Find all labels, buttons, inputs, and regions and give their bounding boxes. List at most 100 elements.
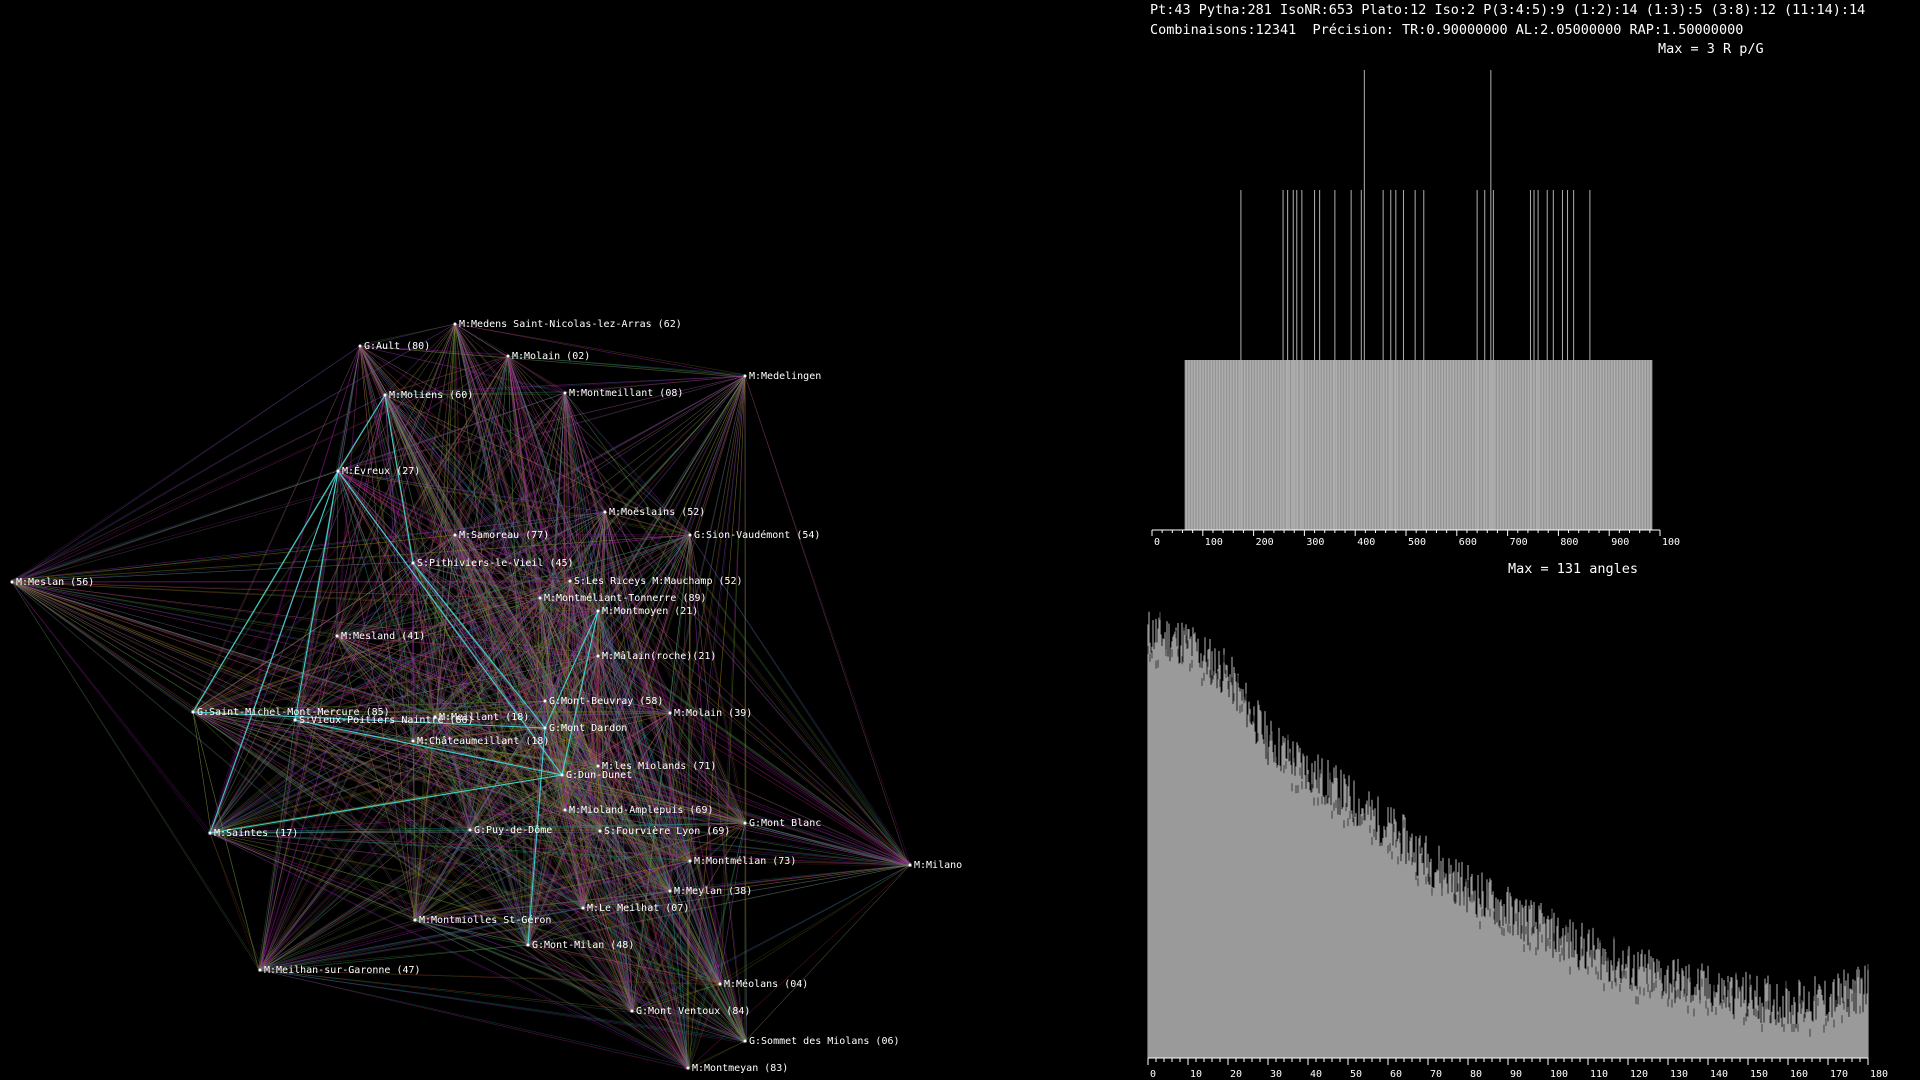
node-point [743, 821, 747, 825]
node-point [581, 906, 585, 910]
edge [209, 832, 263, 970]
node-point [10, 580, 14, 584]
edge [192, 345, 361, 714]
x-tick-label: 10 [1190, 1069, 1202, 1080]
node-point [630, 1009, 634, 1013]
edge [259, 969, 634, 1013]
node-point [563, 391, 567, 395]
edge [211, 740, 414, 835]
node-label: M:Montmeyan (83) [692, 1063, 788, 1074]
edge-layer [10, 323, 913, 1071]
edge [670, 534, 691, 714]
edge [209, 832, 259, 972]
node-label: G:Sion-Vaudémont (54) [694, 529, 820, 541]
node-label: S:Fourvière Lyon (69) [604, 825, 730, 837]
edge [260, 355, 509, 970]
node-label: M:Mioland-Amplepuis (69) [569, 805, 714, 816]
node-label: M:Meslan (56) [16, 577, 94, 588]
x-tick-label: 120 [1630, 1069, 1648, 1080]
node-point [543, 699, 547, 703]
node-point [468, 828, 472, 832]
node-point [560, 773, 564, 777]
node-label: G:Dun-Dunet [566, 770, 632, 781]
node-label: G:Sommet des Miolans (06) [749, 1036, 900, 1047]
stats-line: Pt:43 Pytha:281 IsoNR:653 Plato:12 Iso:2… [1150, 2, 1866, 18]
node-label: S:Les Riceys M:Mauchamp (52) [574, 576, 743, 587]
x-tick-label: 50 [1350, 1069, 1362, 1080]
node-point [743, 1039, 747, 1043]
x-tick-label: 80 [1470, 1069, 1482, 1080]
node-label: S:Pithiviers-le-Vieil (45) [417, 558, 574, 569]
node-label: M:Le Meilhat (07) [587, 903, 689, 914]
node-label: M:Montmoyen (21) [602, 606, 698, 617]
node-point [568, 579, 572, 583]
node-label: M:Montméliant-Tonnerre (89) [544, 592, 707, 604]
node-label: M:Évreux (27) [342, 464, 420, 477]
x-tick-label: 170 [1830, 1069, 1848, 1080]
node-point [526, 943, 530, 947]
x-tick-label: 130 [1670, 1069, 1688, 1080]
node-label: M:Moëslains (52) [609, 507, 705, 518]
node-label: M:Mâlain(roche)(21) [602, 650, 716, 662]
node-point [453, 533, 457, 537]
node-point [603, 510, 607, 514]
node-point [908, 863, 912, 867]
edge [719, 864, 911, 983]
node-label: M:Montmiolles St-Géron [419, 914, 551, 926]
edge [744, 864, 911, 1042]
x-tick-label: 700 [1510, 537, 1528, 548]
node-point [688, 859, 692, 863]
node-point [411, 561, 415, 565]
edge [10, 345, 361, 584]
node-label: M:Molain (39) [674, 708, 752, 719]
x-tick-label: 110 [1590, 1069, 1608, 1080]
node-point [718, 982, 722, 986]
node-point [743, 374, 747, 378]
x-tick-label: 200 [1256, 537, 1274, 548]
node-point [208, 831, 212, 835]
node-label: M:Saintes (17) [214, 828, 298, 839]
node-label: M:Milano [914, 860, 962, 871]
node-label: M:Meylan (38) [674, 886, 752, 897]
node-label: G:Mont-Beuvray (58) [549, 696, 663, 707]
x-tick-label: 0 [1150, 1069, 1156, 1080]
node-label: M:Montmélian (73) [694, 855, 796, 867]
node-label: S:Vieux-Poitiers Naintré (86) [299, 714, 474, 726]
edge [194, 345, 361, 714]
node-label: G:Mont Blanc [749, 818, 821, 829]
node-label: M:Méolans (04) [724, 978, 808, 990]
node-label: M:Moliens (60) [389, 390, 473, 401]
top-histogram: 0 100 200 300 400 500 600 700 800 900 1000 [1151, 70, 1680, 548]
node-point [191, 710, 195, 714]
node-point [596, 654, 600, 658]
x-tick-label: 0 [1154, 537, 1160, 548]
edge [454, 323, 745, 375]
node-label: G:Puy-de-Dôme [474, 824, 552, 836]
node-label: G:Ault (80) [364, 341, 430, 352]
x-tick-label: 100 [1550, 1069, 1568, 1080]
x-tick-label: 100 [1205, 537, 1223, 548]
node-point [598, 829, 602, 833]
node-label: M:Montmeillant (08) [569, 388, 683, 399]
x-tick-label: 60 [1390, 1069, 1402, 1080]
node-label: G:Mont-Milan (48) [532, 940, 634, 951]
edge [192, 323, 456, 712]
edge [744, 375, 909, 866]
x-tick-label: 600 [1459, 537, 1477, 548]
node-point [336, 469, 340, 473]
edge [11, 581, 260, 970]
x-tick-label: 900 [1611, 537, 1629, 548]
node-point [596, 764, 600, 768]
x-tick-label: 500 [1408, 537, 1426, 548]
node-point [543, 726, 547, 730]
node-point [293, 718, 297, 722]
x-tick-label: 20 [1230, 1069, 1242, 1080]
node-point [506, 354, 510, 358]
node-point [413, 918, 417, 922]
node-label: M:Molain (02) [512, 351, 590, 362]
edge [12, 394, 386, 584]
x-tick-label: 150 [1750, 1069, 1768, 1080]
x-tick-label: 160 [1790, 1069, 1808, 1080]
edge [293, 392, 566, 719]
node-point [686, 1066, 690, 1070]
